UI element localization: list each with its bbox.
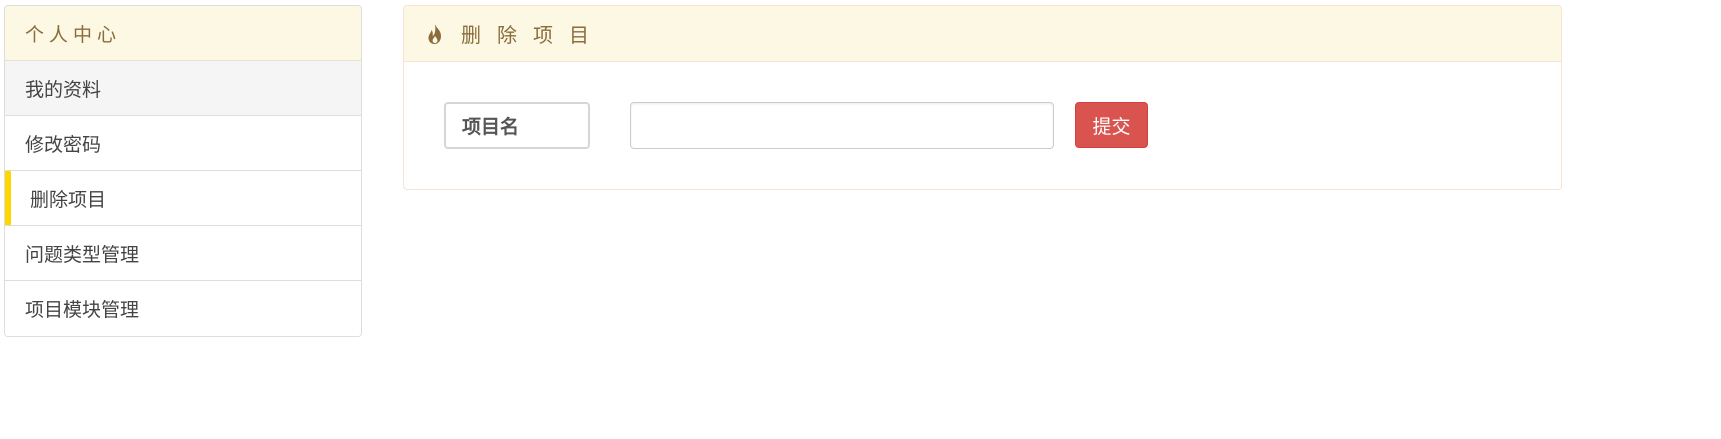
submit-button[interactable]: 提交 [1075, 102, 1148, 148]
sidebar-item-label: 项目模块管理 [25, 299, 140, 321]
sidebar-item-label: 删除项目 [30, 188, 107, 211]
delete-project-panel: 删除项目 项目名 提交 [403, 5, 1562, 190]
project-name-label: 项目名 [444, 102, 590, 149]
sidebar-item-label: 我的资料 [25, 78, 102, 101]
delete-project-form: 项目名 提交 [404, 62, 1561, 189]
sidebar-title: 个人中心 [5, 6, 361, 61]
sidebar-item-delete-project[interactable]: 删除项目 [5, 171, 361, 226]
sidebar-panel: 个人中心 我的资料 修改密码 删除项目 问题类型管理 项目模块管理 [4, 5, 362, 337]
sidebar-item-change-password[interactable]: 修改密码 [5, 116, 361, 171]
sidebar-item-label: 修改密码 [25, 133, 102, 156]
project-name-input[interactable] [630, 102, 1054, 149]
fire-icon [424, 22, 446, 46]
sidebar-item-my-profile[interactable]: 我的资料 [5, 61, 361, 116]
sidebar-item-issue-type-management[interactable]: 问题类型管理 [5, 226, 361, 281]
panel-title: 删除项目 [461, 23, 605, 47]
sidebar-item-label: 问题类型管理 [25, 243, 140, 266]
panel-heading: 删除项目 [404, 6, 1561, 62]
sidebar-item-project-module-management[interactable]: 项目模块管理 [5, 281, 361, 336]
